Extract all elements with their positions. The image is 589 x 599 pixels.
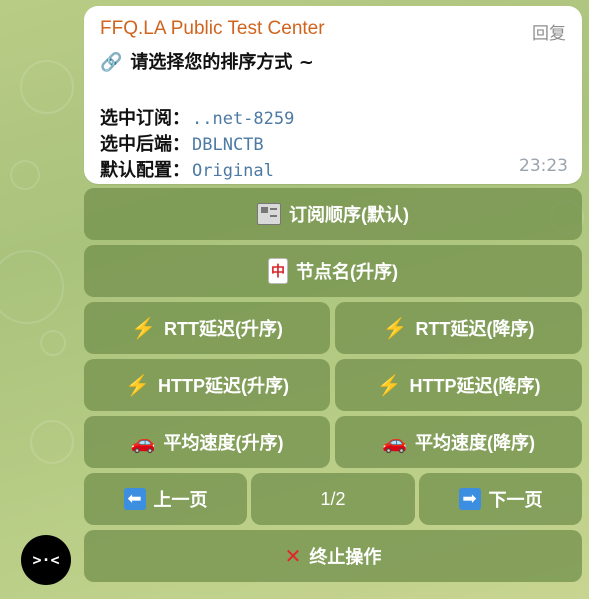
lightning-icon: ⚡ bbox=[131, 317, 156, 340]
button-label: 下一页 bbox=[488, 490, 543, 510]
mahjong-icon: 中 bbox=[268, 258, 288, 284]
message-bubble: FFQ.LA Public Test Center 回复 🔗 请选择您的排序方式 … bbox=[84, 6, 582, 184]
row-value: ..net-8259 bbox=[192, 109, 295, 129]
selected-backend-row: 选中后端： DBLNCTB bbox=[100, 130, 264, 156]
button-label: RTT延迟(升序) bbox=[163, 319, 283, 339]
lightning-icon: ⚡ bbox=[382, 317, 408, 340]
cross-icon: ✕ bbox=[284, 545, 302, 568]
row-label: 默认配置： bbox=[100, 160, 190, 181]
prompt-label: 请选择您的排序方式 ~ bbox=[130, 52, 314, 73]
sort-node-name-button[interactable]: 中 节点名(升序) bbox=[84, 245, 582, 297]
row-label: 选中订阅： bbox=[100, 108, 190, 129]
lightning-icon: ⚡ bbox=[376, 374, 402, 397]
sort-rtt-desc-button[interactable]: ⚡ RTT延迟(降序) bbox=[335, 302, 582, 354]
message-time: 23:23 bbox=[519, 156, 568, 176]
button-label: 上一页 bbox=[153, 490, 208, 510]
button-label: 节点名(升序) bbox=[296, 262, 398, 282]
default-config-row: 默认配置： Original bbox=[100, 156, 274, 182]
right-arrow-icon: ➡ bbox=[458, 488, 481, 510]
bot-avatar[interactable]: >·< bbox=[21, 535, 71, 585]
car-icon: 🚗 bbox=[130, 431, 156, 454]
sort-rtt-asc-button[interactable]: ⚡ RTT延迟(升序) bbox=[84, 302, 330, 354]
button-label: 订阅顺序(默认) bbox=[289, 205, 409, 225]
sort-speed-desc-button[interactable]: 🚗 平均速度(降序) bbox=[335, 416, 582, 468]
row-value: DBLNCTB bbox=[192, 135, 264, 155]
sort-subscription-order-button[interactable]: 订阅顺序(默认) bbox=[84, 188, 582, 240]
lightning-icon: ⚡ bbox=[125, 374, 150, 397]
selected-subscription-row: 选中订阅： ..net-8259 bbox=[100, 104, 294, 130]
prev-page-button[interactable]: ⬅ 上一页 bbox=[84, 473, 247, 525]
page-indicator: 1/2 bbox=[320, 488, 346, 509]
car-icon: 🚗 bbox=[382, 431, 407, 454]
button-label: HTTP延迟(升序) bbox=[157, 376, 289, 396]
button-label: 平均速度(升序) bbox=[163, 433, 284, 453]
sort-http-desc-button[interactable]: ⚡ HTTP延迟(降序) bbox=[335, 359, 582, 411]
next-page-button[interactable]: ➡ 下一页 bbox=[419, 473, 582, 525]
row-value: Original bbox=[192, 161, 274, 181]
link-icon: 🔗 bbox=[100, 52, 123, 73]
newspaper-icon bbox=[257, 203, 281, 225]
button-label: HTTP延迟(降序) bbox=[409, 376, 541, 396]
sender-name[interactable]: FFQ.LA Public Test Center bbox=[100, 18, 325, 40]
reply-button[interactable]: 回复 bbox=[532, 19, 566, 44]
abort-button[interactable]: ✕ 终止操作 bbox=[84, 530, 582, 582]
button-label: 平均速度(降序) bbox=[414, 433, 535, 453]
left-arrow-icon: ⬅ bbox=[123, 488, 146, 510]
page-indicator-button[interactable]: 1/2 bbox=[251, 473, 415, 525]
button-label: 终止操作 bbox=[309, 547, 382, 567]
row-label: 选中后端： bbox=[100, 134, 190, 155]
prompt-text: 🔗 请选择您的排序方式 ~ bbox=[100, 48, 314, 74]
button-label: RTT延迟(降序) bbox=[415, 319, 535, 339]
sort-http-asc-button[interactable]: ⚡ HTTP延迟(升序) bbox=[84, 359, 330, 411]
sort-speed-asc-button[interactable]: 🚗 平均速度(升序) bbox=[84, 416, 330, 468]
